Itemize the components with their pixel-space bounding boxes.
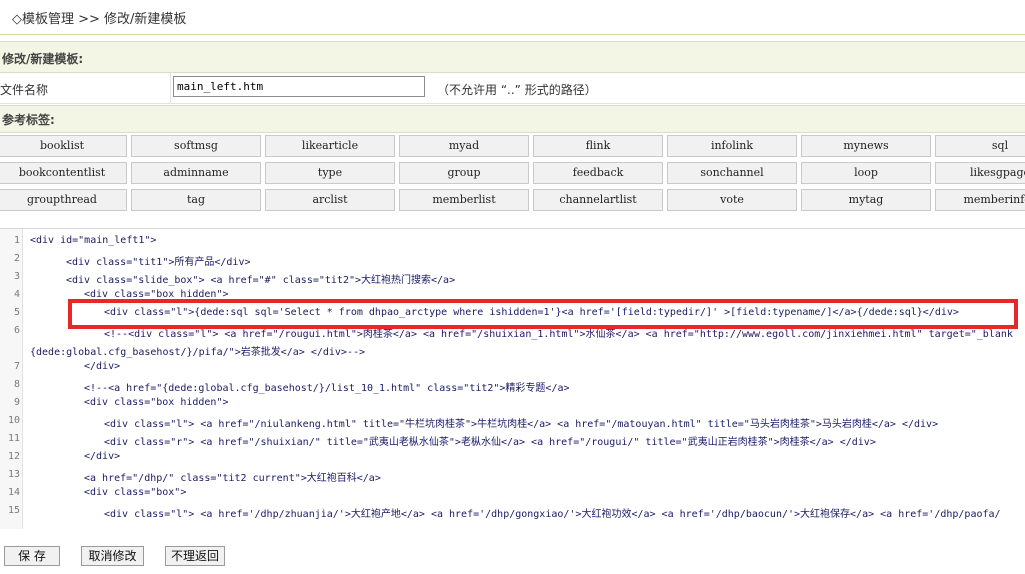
tag-button-sonchannel[interactable]: sonchannel bbox=[667, 162, 797, 184]
section-header: 修改/新建模板: bbox=[0, 41, 1025, 73]
action-bar: 保 存 取消修改 不理返回 bbox=[0, 540, 1025, 574]
file-name-row: 文件名称 （不允许用 “..” 形式的路径） bbox=[0, 73, 1025, 104]
code-line[interactable]: <div class="l"> <a href="/niulankeng.htm… bbox=[104, 415, 938, 430]
section-title: 修改/新建模板: bbox=[2, 52, 84, 66]
line-number: 10 bbox=[7, 415, 20, 426]
tag-button-grid: booklist softmsg likearticle myad flink infol… bbox=[0, 133, 1025, 215]
tag-button-memberlist[interactable]: memberlist bbox=[399, 189, 529, 211]
tag-button-feedback[interactable]: feedback bbox=[533, 162, 663, 184]
code-line[interactable]: <!--<a href="{dede:global.cfg_basehost/}… bbox=[84, 379, 570, 394]
code-line[interactable]: <div class="l"> <a href='/dhp/zhuanjia/'… bbox=[104, 505, 1001, 520]
save-button[interactable]: 保 存 bbox=[4, 546, 60, 566]
tag-button-channelartlist[interactable]: channelartlist bbox=[533, 189, 663, 211]
tag-button-flink[interactable]: flink bbox=[533, 135, 663, 157]
line-number: 6 bbox=[13, 325, 20, 336]
top-breadcrumb-bar: ◇模板管理 >> 修改/新建模板 bbox=[0, 0, 1025, 35]
tag-button-groupthread[interactable]: groupthread bbox=[0, 189, 127, 211]
code-line[interactable]: <div class="box"> bbox=[84, 487, 186, 498]
tag-button-bookcontentlist[interactable]: bookcontentlist bbox=[0, 162, 127, 184]
tag-button-softmsg[interactable]: softmsg bbox=[131, 135, 261, 157]
line-number: 12 bbox=[7, 451, 20, 462]
line-number: 7 bbox=[13, 361, 20, 372]
ref-tags-title: 参考标签: bbox=[2, 113, 55, 127]
tag-button-likesgpage[interactable]: likesgpage bbox=[935, 162, 1025, 184]
highlight-box bbox=[68, 299, 1018, 329]
line-number: 3 bbox=[13, 271, 20, 282]
file-name-input[interactable] bbox=[173, 76, 425, 97]
code-line[interactable]: <div class="tit1">所有产品</div> bbox=[66, 253, 251, 268]
tag-button-infolink[interactable]: infolink bbox=[667, 135, 797, 157]
tag-button-memberinfos[interactable]: memberinfos bbox=[935, 189, 1025, 211]
cancel-button[interactable]: 取消修改 bbox=[81, 546, 144, 566]
line-number: 5 bbox=[13, 307, 20, 318]
tag-button-booklist[interactable]: booklist bbox=[0, 135, 127, 157]
tag-button-sql[interactable]: sql bbox=[935, 135, 1025, 157]
line-number: 15 bbox=[7, 505, 20, 516]
file-name-label: 文件名称 bbox=[0, 83, 49, 97]
line-number: 11 bbox=[7, 433, 20, 444]
ref-tags-header: 参考标签: bbox=[0, 105, 1025, 133]
tag-button-adminname[interactable]: adminname bbox=[131, 162, 261, 184]
code-line[interactable]: </div> bbox=[84, 451, 120, 462]
tag-button-myad[interactable]: myad bbox=[399, 135, 529, 157]
line-number: 1 bbox=[13, 235, 20, 246]
tag-button-tag[interactable]: tag bbox=[131, 189, 261, 211]
line-number: 2 bbox=[13, 253, 20, 264]
code-editor[interactable]: 1 2 3 4 5 6 7 8 9 10 11 12 13 14 15 <div id="main_left… bbox=[0, 228, 1025, 529]
line-number: 13 bbox=[7, 469, 20, 480]
line-number: 14 bbox=[7, 487, 20, 498]
tag-button-likearticle[interactable]: likearticle bbox=[265, 135, 395, 157]
tag-button-type[interactable]: type bbox=[265, 162, 395, 184]
code-line[interactable]: <div class="box hidden"> bbox=[84, 397, 229, 408]
code-line[interactable]: <div id="main_left1"> bbox=[30, 235, 156, 246]
code-line[interactable]: </div> bbox=[84, 361, 120, 372]
tag-button-vote[interactable]: vote bbox=[667, 189, 797, 211]
code-line[interactable]: <div class="slide_box"> <a href="#" clas… bbox=[66, 271, 455, 286]
tag-button-loop[interactable]: loop bbox=[801, 162, 931, 184]
code-line[interactable]: {dede:global.cfg_basehost/}/pifa/">岩茶批发<… bbox=[30, 343, 365, 358]
tag-button-mytag[interactable]: mytag bbox=[801, 189, 931, 211]
code-line[interactable]: <a href="/dhp/" class="tit2 current">大红袍… bbox=[84, 469, 381, 484]
divider bbox=[170, 73, 171, 103]
line-number-gutter: 1 2 3 4 5 6 7 8 9 10 11 12 13 14 15 bbox=[0, 229, 23, 529]
tag-button-mynews[interactable]: mynews bbox=[801, 135, 931, 157]
file-name-note: （不允许用 “..” 形式的路径） bbox=[437, 83, 597, 97]
code-line[interactable]: <div class="r"> <a href="/shuixian/" tit… bbox=[104, 433, 876, 448]
line-number: 8 bbox=[13, 379, 20, 390]
tag-button-arclist[interactable]: arclist bbox=[265, 189, 395, 211]
tag-button-group[interactable]: group bbox=[399, 162, 529, 184]
line-number: 4 bbox=[13, 289, 20, 300]
breadcrumb: ◇模板管理 >> 修改/新建模板 bbox=[12, 12, 187, 27]
line-number: 9 bbox=[13, 397, 20, 408]
back-button[interactable]: 不理返回 bbox=[165, 546, 225, 566]
